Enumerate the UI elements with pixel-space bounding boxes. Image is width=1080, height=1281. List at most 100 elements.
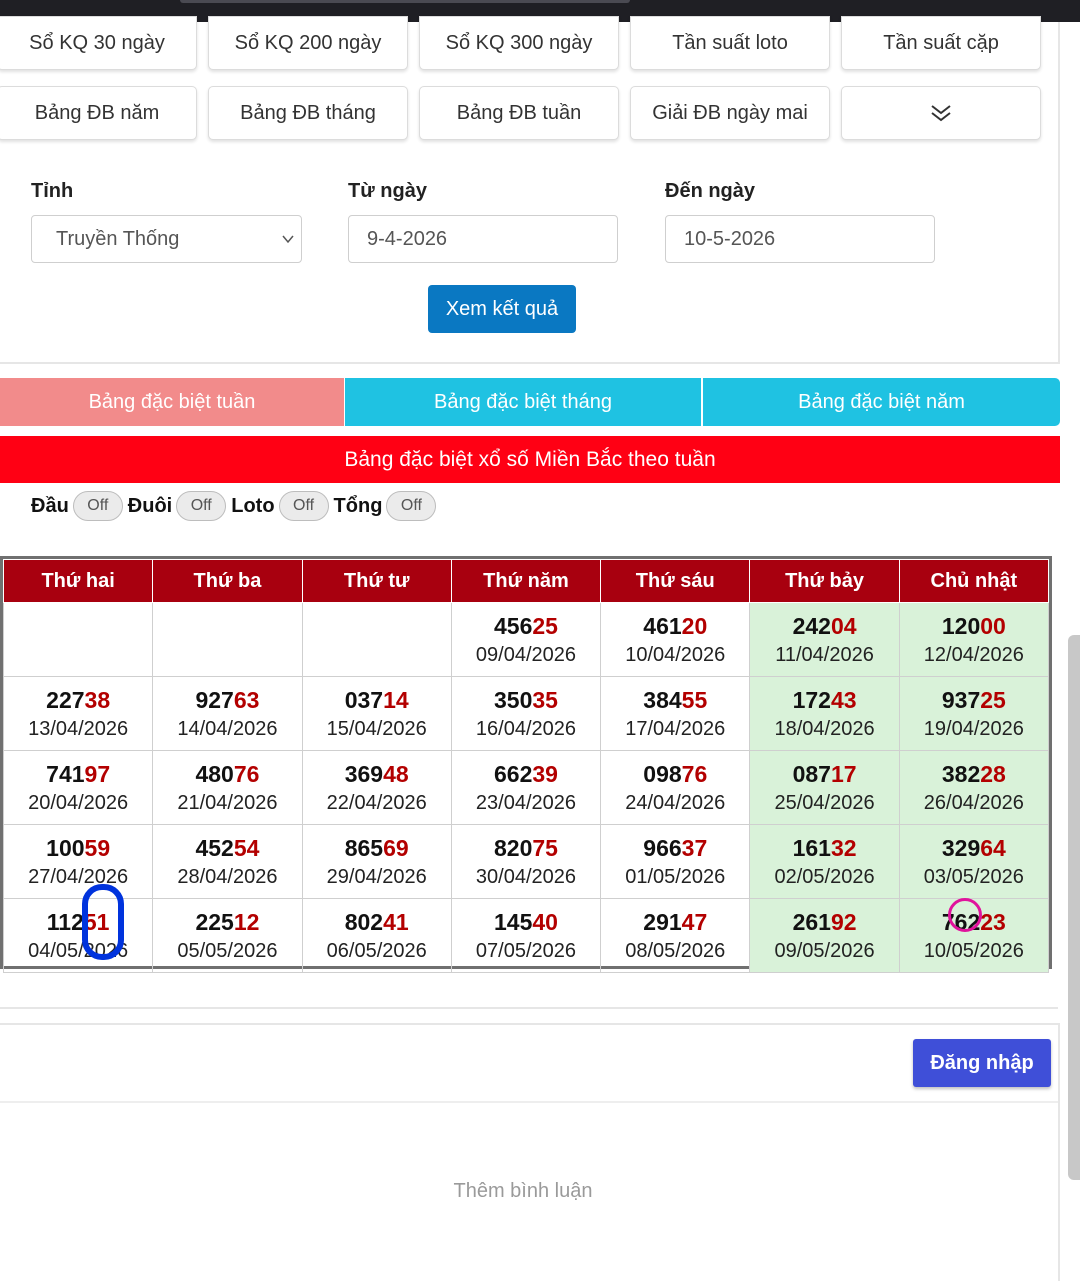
result-cell: 16132 02/05/2026 bbox=[749, 824, 900, 899]
from-date-label: Từ ngày bbox=[348, 180, 427, 202]
result-cell bbox=[2, 602, 154, 677]
special-prize-number: 82075 bbox=[452, 833, 600, 863]
result-cell: 32964 03/05/2026 bbox=[898, 824, 1050, 899]
result-cell: 03714 15/04/2026 bbox=[301, 676, 452, 751]
column-header: Thứ bảy bbox=[749, 559, 900, 603]
result-cell: 74197 20/04/2026 bbox=[2, 750, 154, 825]
number-tail: 28 bbox=[980, 760, 1006, 787]
from-date-input[interactable] bbox=[348, 215, 618, 263]
number-tail: 54 bbox=[233, 834, 260, 861]
draw-date: 30/04/2026 bbox=[475, 865, 577, 888]
number-head: 741 bbox=[46, 760, 85, 787]
draw-date: 02/05/2026 bbox=[774, 865, 875, 888]
draw-date: 11/04/2026 bbox=[775, 643, 874, 666]
special-prize-number: 08717 bbox=[750, 759, 898, 789]
result-cell: 38228 26/04/2026 bbox=[898, 750, 1050, 825]
number-head: 452 bbox=[195, 834, 234, 861]
number-head: 937 bbox=[941, 686, 981, 713]
number-tail: 40 bbox=[532, 908, 558, 935]
special-prize-number: 24204 bbox=[750, 611, 898, 641]
result-cell: 24204 11/04/2026 bbox=[749, 602, 900, 677]
nav-so-kq-30[interactable]: Sổ KQ 30 ngày bbox=[0, 16, 197, 70]
number-tail: 41 bbox=[383, 908, 409, 935]
special-prize-number: 22512 bbox=[153, 907, 301, 937]
tab-weekly[interactable]: Bảng đặc biệt tuần bbox=[0, 378, 344, 426]
table-row: 45625 09/04/2026 46120 10/04/2026 24204 11/04… bbox=[2, 602, 1050, 677]
result-cell: 80241 06/05/2026 bbox=[301, 898, 452, 973]
result-cell: 35035 16/04/2026 bbox=[450, 676, 602, 751]
draw-date: 18/04/2026 bbox=[774, 717, 875, 740]
pink-circle-marker bbox=[948, 898, 982, 932]
toggle-dau[interactable]: Off bbox=[72, 491, 123, 521]
draw-date: 20/04/2026 bbox=[28, 791, 129, 814]
nav-giai-db-ngay-mai[interactable]: Giải ĐB ngày mai bbox=[630, 86, 830, 140]
number-head: 369 bbox=[344, 760, 384, 787]
number-head: 145 bbox=[494, 908, 533, 935]
result-cell: 26192 09/05/2026 bbox=[749, 898, 900, 973]
nav-tan-suat-cap[interactable]: Tần suất cặp bbox=[841, 16, 1041, 70]
column-header: Thứ hai bbox=[2, 559, 154, 603]
filter-panel: Sổ KQ 30 ngày Sổ KQ 200 ngày Sổ KQ 300 n… bbox=[0, 16, 1060, 364]
result-cell: 82075 30/04/2026 bbox=[450, 824, 602, 899]
tab-monthly[interactable]: Bảng đặc biệt tháng bbox=[345, 378, 701, 426]
province-select-value: Truyền Thống bbox=[56, 228, 180, 250]
number-head: 161 bbox=[792, 834, 831, 861]
special-prize-number: 11251 bbox=[4, 907, 152, 937]
result-cell bbox=[301, 602, 452, 677]
add-comment-link[interactable]: Thêm bình luận bbox=[0, 1180, 1046, 1203]
table-row: 22738 13/04/2026 92763 14/04/2026 03714 15/04… bbox=[2, 676, 1050, 751]
nav-bang-db-thang[interactable]: Bảng ĐB tháng bbox=[208, 86, 408, 140]
special-prize-number: 66239 bbox=[452, 759, 600, 789]
number-tail: 12 bbox=[233, 908, 260, 935]
number-tail: 25 bbox=[532, 612, 558, 639]
special-prize-number: 14540 bbox=[452, 907, 600, 937]
draw-date: 24/04/2026 bbox=[625, 791, 726, 814]
draw-date: 08/05/2026 bbox=[625, 939, 726, 962]
special-prize-number: 10059 bbox=[4, 833, 152, 863]
number-head: 480 bbox=[195, 760, 234, 787]
draw-date: 19/04/2026 bbox=[923, 717, 1024, 740]
nav-so-kq-200[interactable]: Sổ KQ 200 ngày bbox=[208, 16, 408, 70]
special-prize-number: 32964 bbox=[900, 833, 1048, 863]
number-head: 120 bbox=[941, 612, 981, 639]
nav-so-kq-300[interactable]: Sổ KQ 300 ngày bbox=[419, 16, 619, 70]
display-toggles: Đầu Off Đuôi Off Loto Off Tổng Off bbox=[31, 488, 441, 524]
draw-date: 25/04/2026 bbox=[774, 791, 875, 814]
toggle-loto[interactable]: Off bbox=[278, 491, 329, 521]
number-tail: 59 bbox=[84, 834, 111, 861]
number-tail: 47 bbox=[681, 908, 708, 935]
special-prize-number: 22738 bbox=[4, 685, 152, 715]
special-prize-number: 86569 bbox=[303, 833, 451, 863]
special-prize-number: 29147 bbox=[601, 907, 749, 937]
tab-yearly[interactable]: Bảng đặc biệt năm bbox=[703, 378, 1060, 426]
draw-date: 03/05/2026 bbox=[923, 865, 1024, 888]
nav-more-button[interactable] bbox=[841, 86, 1041, 140]
number-head: 291 bbox=[643, 908, 682, 935]
result-cell: 48076 21/04/2026 bbox=[152, 750, 303, 825]
number-tail: 97 bbox=[84, 760, 111, 787]
nav-bang-db-nam[interactable]: Bảng ĐB năm bbox=[0, 86, 197, 140]
result-cell: 22512 05/05/2026 bbox=[152, 898, 303, 973]
number-head: 037 bbox=[344, 686, 384, 713]
login-button[interactable]: Đăng nhập bbox=[913, 1039, 1051, 1087]
table-type-tabs: Bảng đặc biệt tuần Bảng đặc biệt tháng B… bbox=[0, 378, 1060, 426]
special-prize-number: 46120 bbox=[601, 611, 749, 641]
number-tail: 55 bbox=[681, 686, 708, 713]
number-head: 461 bbox=[643, 612, 682, 639]
special-prize-number: 16132 bbox=[750, 833, 898, 863]
number-tail: 92 bbox=[830, 908, 857, 935]
toggle-duoi[interactable]: Off bbox=[176, 491, 227, 521]
toggle-tong[interactable]: Off bbox=[386, 491, 437, 521]
view-results-button[interactable]: Xem kết quả bbox=[428, 285, 576, 333]
number-tail: 23 bbox=[980, 908, 1006, 935]
special-prize-number: 35035 bbox=[452, 685, 600, 715]
number-tail: 43 bbox=[830, 686, 857, 713]
number-head: 382 bbox=[941, 760, 981, 787]
draw-date: 29/04/2026 bbox=[326, 865, 427, 888]
province-select[interactable]: Truyền Thống bbox=[31, 215, 302, 263]
toggle-dau-label: Đầu bbox=[31, 494, 69, 517]
nav-bang-db-tuan[interactable]: Bảng ĐB tuần bbox=[419, 86, 619, 140]
to-date-input[interactable] bbox=[665, 215, 935, 263]
scrollbar[interactable] bbox=[1068, 635, 1080, 1180]
nav-tan-suat-loto[interactable]: Tần suất loto bbox=[630, 16, 830, 70]
